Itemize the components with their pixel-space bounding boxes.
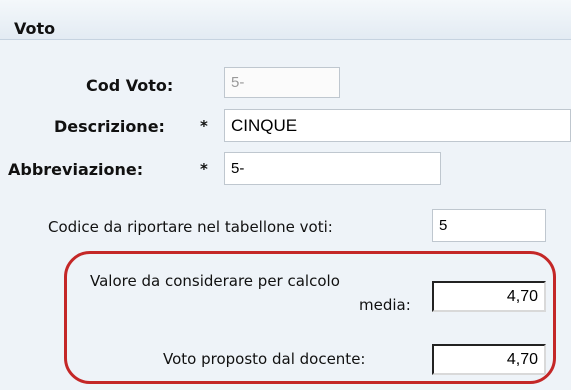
voto-proposto-label: Voto proposto dal docente: [163,350,366,368]
abbreviazione-field[interactable] [224,152,441,185]
panel-title: Voto [14,19,56,38]
codice-tabellone-label: Codice da riportare nel tabellone voti: [48,218,333,236]
abbreviazione-required-marker: * [200,160,208,178]
descrizione-field[interactable] [224,109,571,142]
descrizione-required-marker: * [200,117,208,135]
cod-voto-field[interactable] [224,67,340,98]
abbreviazione-label: Abbreviazione: [8,160,144,179]
voto-proposto-field[interactable] [432,344,546,375]
valore-media-label-line1: Valore da considerare per calcolo [90,272,340,290]
panel-header: Voto [0,0,571,40]
valore-media-field[interactable] [432,281,546,312]
codice-tabellone-field[interactable] [432,209,546,242]
valore-media-label-line2: media: [359,296,411,314]
descrizione-label: Descrizione: [54,117,165,136]
cod-voto-label: Cod Voto: [86,76,174,95]
